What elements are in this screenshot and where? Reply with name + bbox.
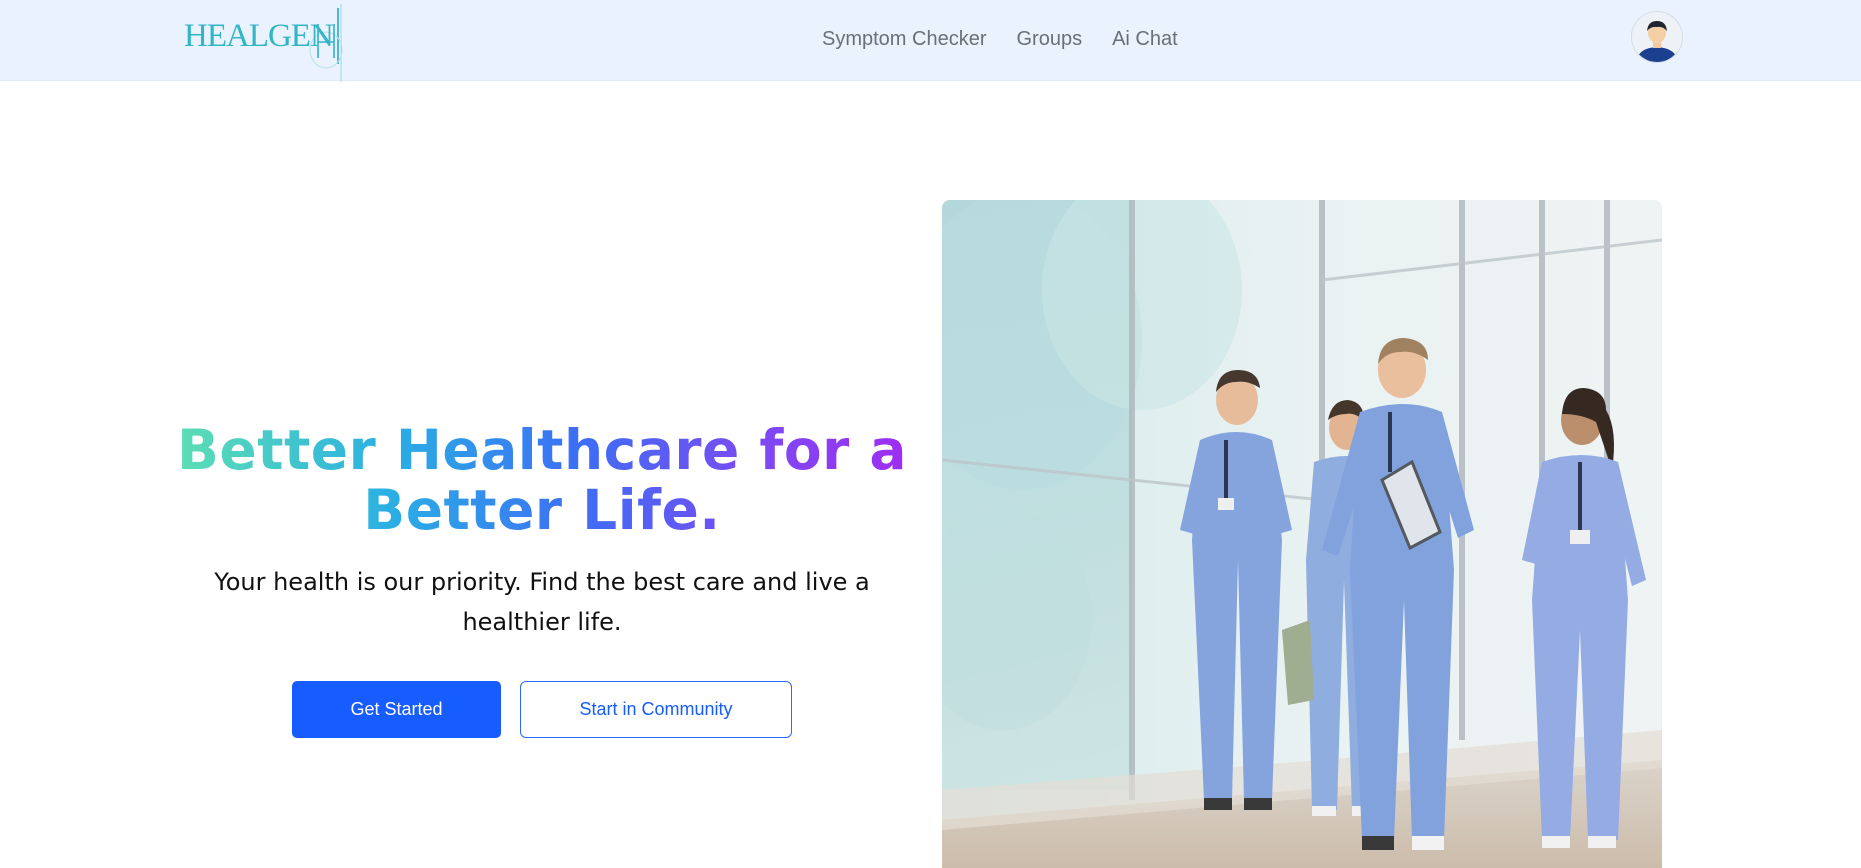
hero-section: Better Healthcare for a Better Life. You… [170,420,914,642]
hero-title-line-2: Better Life. [363,478,721,542]
nav-ai-chat[interactable]: Ai Chat [1112,28,1178,51]
nav-groups[interactable]: Groups [1017,28,1083,51]
hero-image-medical-staff [942,200,1662,868]
nav-symptom-checker[interactable]: Symptom Checker [822,28,987,51]
hero-title: Better Healthcare for a Better Life. [170,420,914,540]
top-navbar: HEALGEN Symptom Checker Groups Ai Chat [0,0,1861,82]
start-in-community-button[interactable]: Start in Community [520,681,792,738]
healgen-logo[interactable]: HEALGEN [178,4,356,82]
hero-subtitle: Your health is our priority. Find the be… [214,568,870,636]
user-avatar-icon [1632,12,1682,62]
medical-staff-illustration [942,200,1662,868]
logo-text: HEALGEN [184,18,334,54]
hero-title-line-1: Better Healthcare for a [176,418,908,482]
get-started-button[interactable]: Get Started [292,681,501,738]
main-nav: Symptom Checker Groups Ai Chat [822,28,1178,51]
user-avatar[interactable] [1631,11,1683,63]
